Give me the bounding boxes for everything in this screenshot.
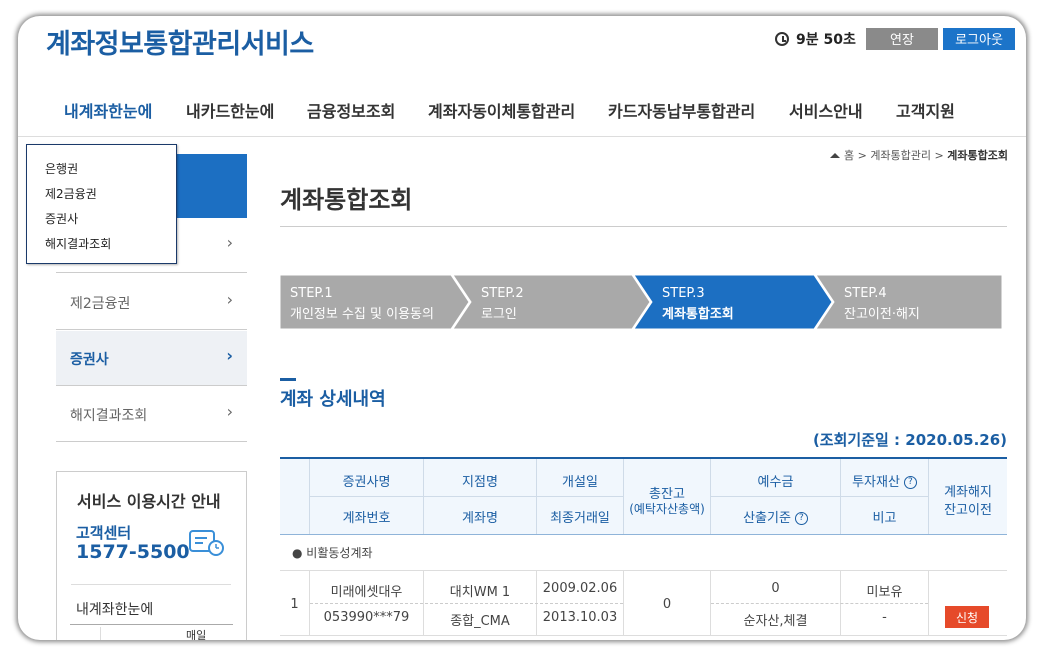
apply-button[interactable]: 신청	[945, 606, 989, 628]
service-hours-box: 서비스 이용시간 안내 고객센터 1577-5500 내계좌한눈에 은행 매일	[56, 471, 247, 640]
group-row-dormant: ● 비활동성계좌	[280, 534, 1007, 571]
header-investment: 투자재산?	[841, 471, 928, 490]
table-header: 증권사명 계좌번호 지점명 계좌명 개설일 최종거래일 총잔고 (예탁자산총액)…	[280, 457, 1007, 535]
header-calc-basis: 산출기준?	[711, 507, 840, 526]
header-company: 증권사명	[342, 475, 391, 490]
row-account-no: 053990***79	[323, 610, 410, 625]
submenu-item-securities[interactable]: 증권사	[45, 210, 78, 227]
nav-card-autopay[interactable]: 카드자동납부통합관리	[608, 98, 755, 122]
group-label: ● 비활동성계좌	[292, 546, 373, 560]
divider	[280, 226, 1007, 227]
session-timer-text: 9분 50초	[796, 32, 856, 48]
breadcrumb-separator: >	[857, 149, 867, 162]
service-hours-subtitle: 내계좌한눈에	[76, 602, 154, 618]
customer-center-phone: 1577-5500	[76, 541, 190, 563]
sidebar-item-label: 해지결과조회	[70, 408, 148, 424]
clock-icon	[775, 32, 789, 46]
reference-date: (조회기준일 : 2020.05.26)	[812, 431, 1007, 449]
step-number: STEP.4	[844, 286, 887, 301]
logout-button[interactable]: 로그아웃	[943, 28, 1015, 50]
sidebar-item-second-tier[interactable]: 제2금융권 ›	[56, 275, 247, 330]
header-transfer: 잔고이전	[944, 503, 992, 518]
breadcrumb-home[interactable]: 홈	[844, 149, 854, 162]
row-open-date: 2009.02.06	[542, 581, 618, 596]
step-number: STEP.2	[481, 286, 524, 301]
sidebar-item-label: 제2금융권	[70, 296, 131, 312]
breadcrumb-separator: >	[934, 149, 944, 162]
sidebar-item-close-results[interactable]: 해지결과조회 ›	[56, 387, 247, 442]
help-icon[interactable]: ?	[903, 476, 917, 489]
chevron-right-icon: ›	[226, 402, 233, 421]
header-deposit: 예수금	[757, 475, 794, 490]
submenu-item-bank[interactable]: 은행권	[45, 160, 78, 177]
session-timer: 9분 50초	[775, 29, 856, 49]
row-note: -	[882, 610, 887, 625]
page-title: 계좌통합조회	[280, 186, 413, 214]
nav-financial-info[interactable]: 금융정보조회	[307, 98, 395, 122]
breadcrumb-current: 계좌통합조회	[947, 149, 1008, 162]
phone-clock-icon	[189, 530, 224, 556]
submenu-item-close-results[interactable]: 해지결과조회	[45, 235, 111, 252]
table-header-daily: 매일	[186, 629, 207, 640]
header-calc-basis-label: 산출기준	[743, 511, 791, 526]
step-label: 계좌통합조회	[662, 307, 734, 322]
service-hours-title: 서비스 이용시간 안내	[77, 492, 221, 511]
row-last-trade: 2013.10.03	[542, 610, 618, 625]
row-company: 미래에셋대우	[330, 585, 403, 600]
header-account-no: 계좌번호	[342, 511, 391, 526]
breadcrumb-level1[interactable]: 계좌통합관리	[870, 149, 931, 162]
header-close: 계좌해지	[944, 485, 992, 500]
customer-center-label: 고객센터	[76, 524, 132, 542]
header-account-name: 계좌명	[462, 511, 498, 526]
nav-my-accounts[interactable]: 내계좌한눈에	[64, 98, 152, 122]
header-open-date: 개설일	[562, 475, 598, 490]
step-number: STEP.3	[662, 286, 705, 301]
row-index: 1	[290, 597, 299, 612]
help-icon[interactable]: ?	[794, 512, 808, 525]
nav-service-guide[interactable]: 서비스안내	[789, 98, 863, 122]
step-indicator: STEP.1 개인정보 수집 및 이용동의 STEP.2 로그인 STEP.3 …	[280, 275, 1002, 329]
header-note: 비고	[872, 511, 897, 526]
step-number: STEP.1	[290, 286, 333, 301]
header-branch: 지점명	[462, 475, 498, 490]
main-navigation: 내계좌한눈에 내카드한눈에 금융정보조회 계좌자동이체통합관리 카드자동납부통합…	[18, 76, 1026, 137]
step-label: 개인정보 수집 및 이용동의	[290, 307, 434, 322]
step-label: 로그인	[481, 307, 517, 322]
row-total-balance: 0	[662, 597, 672, 612]
section-accent	[280, 378, 296, 381]
submenu-item-second-tier[interactable]: 제2금융권	[45, 185, 97, 202]
row-calc-basis: 순자산,체결	[743, 614, 808, 629]
sidebar-item-securities[interactable]: 증권사 ›	[56, 331, 247, 386]
row-branch: 대치WM 1	[449, 585, 511, 600]
site-logo[interactable]: 계좌정보통합관리서비스	[46, 22, 314, 61]
row-investment: 미보유	[866, 585, 903, 600]
sidebar-item-label: 증권사	[70, 352, 109, 368]
header-last-trade: 최종거래일	[550, 511, 610, 526]
extend-session-button[interactable]: 연장	[866, 28, 938, 50]
nav-account-autotransfer[interactable]: 계좌자동이체통합관리	[428, 98, 575, 122]
home-icon[interactable]	[830, 153, 841, 158]
table-header-bank: 은행	[118, 639, 138, 640]
breadcrumb: 홈 > 계좌통합관리 > 계좌통합조회	[830, 147, 1008, 163]
nav-my-cards[interactable]: 내카드한눈에	[186, 98, 274, 122]
submenu-popup: 은행권 제2금융권 증권사 해지결과조회	[26, 144, 177, 264]
chevron-right-icon: ›	[226, 233, 233, 252]
divider	[71, 584, 231, 585]
chevron-right-icon: ›	[226, 290, 233, 309]
chevron-right-icon: ›	[226, 346, 233, 365]
row-deposit: 0	[771, 581, 780, 596]
row-account-name: 종합_CMA	[450, 614, 510, 629]
section-title: 계좌 상세내역	[280, 389, 386, 410]
header-investment-label: 투자재산	[852, 475, 900, 490]
step-label: 잔고이전·해지	[844, 307, 920, 322]
header-total-balance-sub: (예탁자산총액)	[629, 502, 705, 516]
nav-customer-support[interactable]: 고객지원	[896, 98, 955, 122]
service-hours-table: 은행 매일	[70, 624, 233, 640]
app-window: 계좌정보통합관리서비스 9분 50초 연장 로그아웃 내계좌한눈에 내카드한눈에…	[18, 16, 1026, 640]
